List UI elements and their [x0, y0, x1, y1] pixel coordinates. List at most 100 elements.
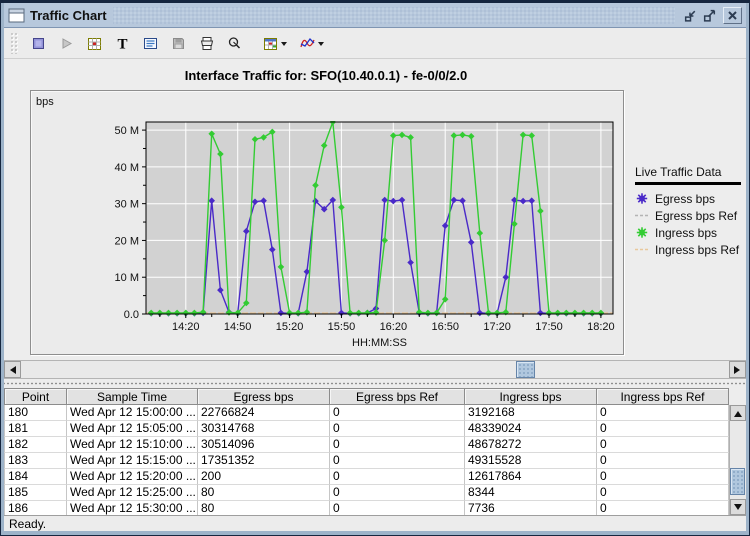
- table-cell[interactable]: 7736: [465, 501, 597, 515]
- hscrollbar-thumb[interactable]: [516, 361, 535, 378]
- legend-title: Live Traffic Data: [635, 165, 745, 179]
- table-cell[interactable]: 181: [4, 421, 67, 437]
- column-header-point[interactable]: Point: [4, 388, 67, 405]
- table-cell[interactable]: 0: [330, 453, 465, 469]
- legend-item-ingress-bps-ref: Ingress bps Ref: [635, 241, 745, 258]
- legend-item-egress-bps-ref: Egress bps Ref: [635, 207, 745, 224]
- table-row[interactable]: 184Wed Apr 12 15:20:00 ...2000126178640: [4, 469, 746, 485]
- table-cell[interactable]: 185: [4, 485, 67, 501]
- table-cell[interactable]: 0: [597, 437, 729, 453]
- column-header-egress-bps-ref[interactable]: Egress bps Ref: [330, 388, 465, 405]
- table-cell[interactable]: 0: [330, 405, 465, 421]
- table-cell[interactable]: 80: [198, 485, 330, 501]
- column-header-egress-bps[interactable]: Egress bps: [198, 388, 330, 405]
- legend-icon: [142, 35, 159, 52]
- table-row[interactable]: 183Wed Apr 12 15:15:00 ...17351352049315…: [4, 453, 746, 469]
- stop-button[interactable]: [27, 31, 49, 55]
- table-cell[interactable]: 80: [198, 501, 330, 515]
- table-cell[interactable]: Wed Apr 12 15:05:00 ...: [67, 421, 198, 437]
- toolbar-grip[interactable]: [10, 32, 19, 54]
- column-header-ingress-bps-ref[interactable]: Ingress bps Ref: [597, 388, 729, 405]
- table-cell[interactable]: 182: [4, 437, 67, 453]
- split-divider[interactable]: [4, 379, 746, 388]
- maximize-button[interactable]: [700, 7, 719, 24]
- table-cell[interactable]: 48339024: [465, 421, 597, 437]
- title-text-button[interactable]: T: [111, 31, 133, 55]
- titlebar-texture: [113, 7, 675, 24]
- table-row[interactable]: 182Wed Apr 12 15:10:00 ...30514096048678…: [4, 437, 746, 453]
- table-cell[interactable]: 0: [597, 405, 729, 421]
- minimize-icon: [683, 8, 698, 23]
- svg-text:15:50: 15:50: [328, 321, 356, 333]
- zoom-button[interactable]: [223, 31, 245, 55]
- svg-text:16:20: 16:20: [380, 321, 408, 333]
- window-titlebar[interactable]: Traffic Chart: [4, 3, 746, 28]
- table-row[interactable]: 185Wed Apr 12 15:25:00 ...80083440: [4, 485, 746, 501]
- table-cell[interactable]: 30314768: [198, 421, 330, 437]
- column-header-ingress-bps[interactable]: Ingress bps: [465, 388, 597, 405]
- table-cell[interactable]: 0: [330, 501, 465, 515]
- vscrollbar-thumb[interactable]: [730, 468, 745, 495]
- minimize-button[interactable]: [681, 7, 700, 24]
- table-cell[interactable]: 49315528: [465, 453, 597, 469]
- table-row[interactable]: 181Wed Apr 12 15:05:00 ...30314768048339…: [4, 421, 746, 437]
- print-button[interactable]: [195, 31, 217, 55]
- printer-icon: [198, 35, 215, 52]
- table-cell[interactable]: 0: [330, 469, 465, 485]
- table-cell[interactable]: 183: [4, 453, 67, 469]
- column-header-sample-time[interactable]: Sample Time: [67, 388, 198, 405]
- chart-type-button[interactable]: [296, 31, 327, 55]
- svg-text:T: T: [117, 36, 127, 52]
- table-cell[interactable]: Wed Apr 12 15:20:00 ...: [67, 469, 198, 485]
- table-cell[interactable]: 30514096: [198, 437, 330, 453]
- table-menu-button[interactable]: [259, 31, 290, 55]
- traffic-line-chart[interactable]: 14:2014:5015:2015:5016:2016:5017:2017:50…: [32, 92, 622, 353]
- table-cell[interactable]: 0: [597, 421, 729, 437]
- legend-button[interactable]: [139, 31, 161, 55]
- scroll-left-button[interactable]: [4, 361, 21, 378]
- close-button[interactable]: [723, 7, 742, 24]
- table-cell[interactable]: 12617864: [465, 469, 597, 485]
- table-cell[interactable]: Wed Apr 12 15:15:00 ...: [67, 453, 198, 469]
- table-cell[interactable]: Wed Apr 12 15:30:00 ...: [67, 501, 198, 515]
- table-cell[interactable]: 0: [597, 453, 729, 469]
- svg-text:20 M: 20 M: [115, 235, 139, 247]
- right-arrow-icon: [734, 366, 744, 374]
- down-arrow-icon: [734, 504, 742, 514]
- chart-hscrollbar[interactable]: [4, 360, 746, 379]
- scroll-right-button[interactable]: [729, 361, 746, 378]
- table-cell[interactable]: 3192168: [465, 405, 597, 421]
- legend-item-label: Ingress bps Ref: [655, 243, 739, 257]
- scroll-down-button[interactable]: [730, 499, 746, 515]
- vscrollbar-track[interactable]: [730, 421, 746, 499]
- table-cell[interactable]: 186: [4, 501, 67, 515]
- scroll-up-button[interactable]: [730, 405, 746, 421]
- table-cell[interactable]: 184: [4, 469, 67, 485]
- table-vscrollbar[interactable]: [729, 405, 746, 515]
- svg-text:40 M: 40 M: [115, 162, 139, 174]
- blob-marker-icon: [635, 192, 651, 205]
- table-cell[interactable]: 0: [597, 469, 729, 485]
- table-cell[interactable]: 180: [4, 405, 67, 421]
- table-cell[interactable]: 0: [597, 485, 729, 501]
- table-cell[interactable]: 0: [330, 485, 465, 501]
- table-cell[interactable]: Wed Apr 12 15:25:00 ...: [67, 485, 198, 501]
- table-cell[interactable]: Wed Apr 12 15:00:00 ...: [67, 405, 198, 421]
- table-row[interactable]: 180Wed Apr 12 15:00:00 ...22766824031921…: [4, 405, 746, 421]
- chart-box[interactable]: 14:2014:5015:2015:5016:2016:5017:2017:50…: [30, 90, 624, 355]
- table-row[interactable]: 186Wed Apr 12 15:30:00 ...80077360: [4, 501, 746, 515]
- play-button[interactable]: [55, 31, 77, 55]
- table-cell[interactable]: 17351352: [198, 453, 330, 469]
- svg-text:14:20: 14:20: [172, 321, 200, 333]
- legend-item-label: Egress bps Ref: [655, 209, 737, 223]
- chart-settings-button[interactable]: [83, 31, 105, 55]
- table-cell[interactable]: 0: [330, 421, 465, 437]
- table-cell[interactable]: 8344: [465, 485, 597, 501]
- table-cell[interactable]: 48678272: [465, 437, 597, 453]
- table-cell[interactable]: Wed Apr 12 15:10:00 ...: [67, 437, 198, 453]
- table-cell[interactable]: 0: [330, 437, 465, 453]
- save-button[interactable]: [167, 31, 189, 55]
- table-cell[interactable]: 200: [198, 469, 330, 485]
- table-cell[interactable]: 0: [597, 501, 729, 515]
- table-cell[interactable]: 22766824: [198, 405, 330, 421]
